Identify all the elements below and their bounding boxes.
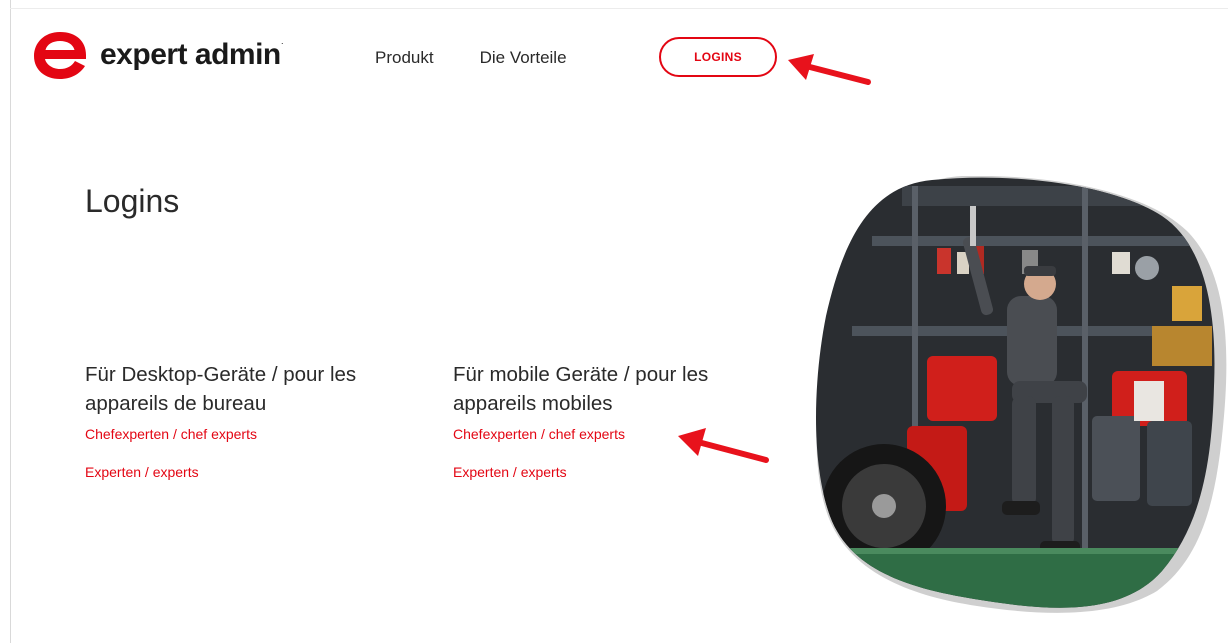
- mobile-section-heading: Für mobile Geräte / pour les appareils m…: [453, 363, 709, 415]
- desktop-section-heading: Für Desktop-Geräte / pour les appareils …: [85, 363, 357, 415]
- e-logo-icon: [34, 32, 86, 79]
- nav-item-die-vorteile[interactable]: Die Vorteile: [480, 48, 567, 68]
- hero-scene: [816, 177, 1215, 608]
- logo-link[interactable]: expert admin·: [32, 30, 284, 80]
- hero-mechanic-image: [816, 176, 1227, 613]
- window-edge-left: [10, 0, 11, 643]
- window-edge-top: [10, 8, 1228, 9]
- desktop-logins-section: Für Desktop-Geräte / pour les appareils …: [85, 360, 415, 502]
- desktop-experten-link[interactable]: Experten / experts: [85, 464, 415, 480]
- page-title: Logins: [85, 183, 180, 219]
- annotation-arrow-icon: [788, 54, 871, 85]
- logins-button[interactable]: LOGINS: [659, 37, 777, 77]
- trademark-mark: ·: [280, 38, 284, 48]
- desktop-chefexperten-link[interactable]: Chefexperten / chef experts: [85, 426, 415, 442]
- main-nav: Produkt Die Vorteile: [375, 48, 567, 68]
- nav-item-produkt[interactable]: Produkt: [375, 48, 434, 68]
- logo-text: expert admin·: [100, 38, 284, 71]
- annotation-arrow-icon: [678, 428, 769, 463]
